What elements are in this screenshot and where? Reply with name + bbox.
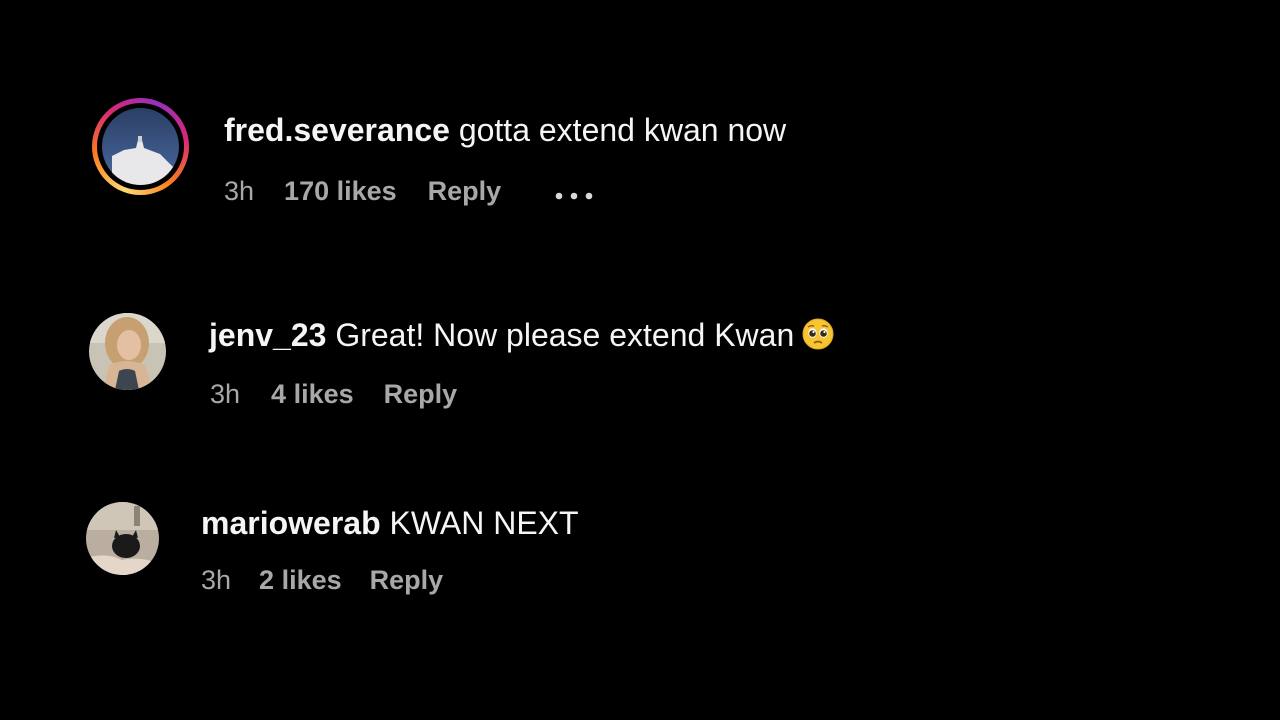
comment-text: Great! Now please extend Kwan: [335, 317, 795, 353]
likes-count[interactable]: 2 likes: [259, 567, 342, 594]
comment-text-line: mariowerab KWAN NEXT: [201, 507, 579, 539]
comment-time: 3h: [224, 176, 255, 206]
comment-time: 3h: [201, 565, 232, 595]
more-horizontal-icon[interactable]: [555, 179, 595, 206]
avatar[interactable]: [86, 502, 159, 575]
comment-meta: 3h 2 likes Reply: [201, 567, 443, 594]
comment-username[interactable]: mariowerab: [201, 505, 381, 541]
comment-username[interactable]: jenv_23: [209, 317, 326, 353]
avatar[interactable]: [102, 108, 179, 185]
reply-button[interactable]: Reply: [370, 567, 444, 594]
comment-username[interactable]: fred.severance: [224, 112, 450, 148]
likes-count[interactable]: 4 likes: [271, 381, 354, 408]
comment-text-line: fred.severance gotta extend kwan now: [224, 114, 786, 146]
avatar-image: [89, 313, 166, 390]
comment-time: 3h: [210, 379, 241, 409]
likes-count[interactable]: 170 likes: [284, 178, 397, 205]
avatar[interactable]: [89, 313, 166, 390]
avatar-image: [86, 502, 159, 575]
comment-text: KWAN NEXT: [389, 505, 579, 541]
comment-text-line: jenv_23 Great! Now please extend Kwan: [209, 318, 834, 355]
comment-text: gotta extend kwan now: [458, 112, 787, 148]
reply-button[interactable]: Reply: [384, 381, 458, 408]
pleading-face-emoji: [802, 318, 834, 355]
comment-meta: 3h 4 likes Reply: [210, 381, 457, 408]
comment-meta: 3h 170 likes Reply: [224, 178, 595, 206]
reply-button[interactable]: Reply: [428, 178, 502, 205]
avatar-image: [102, 108, 179, 185]
